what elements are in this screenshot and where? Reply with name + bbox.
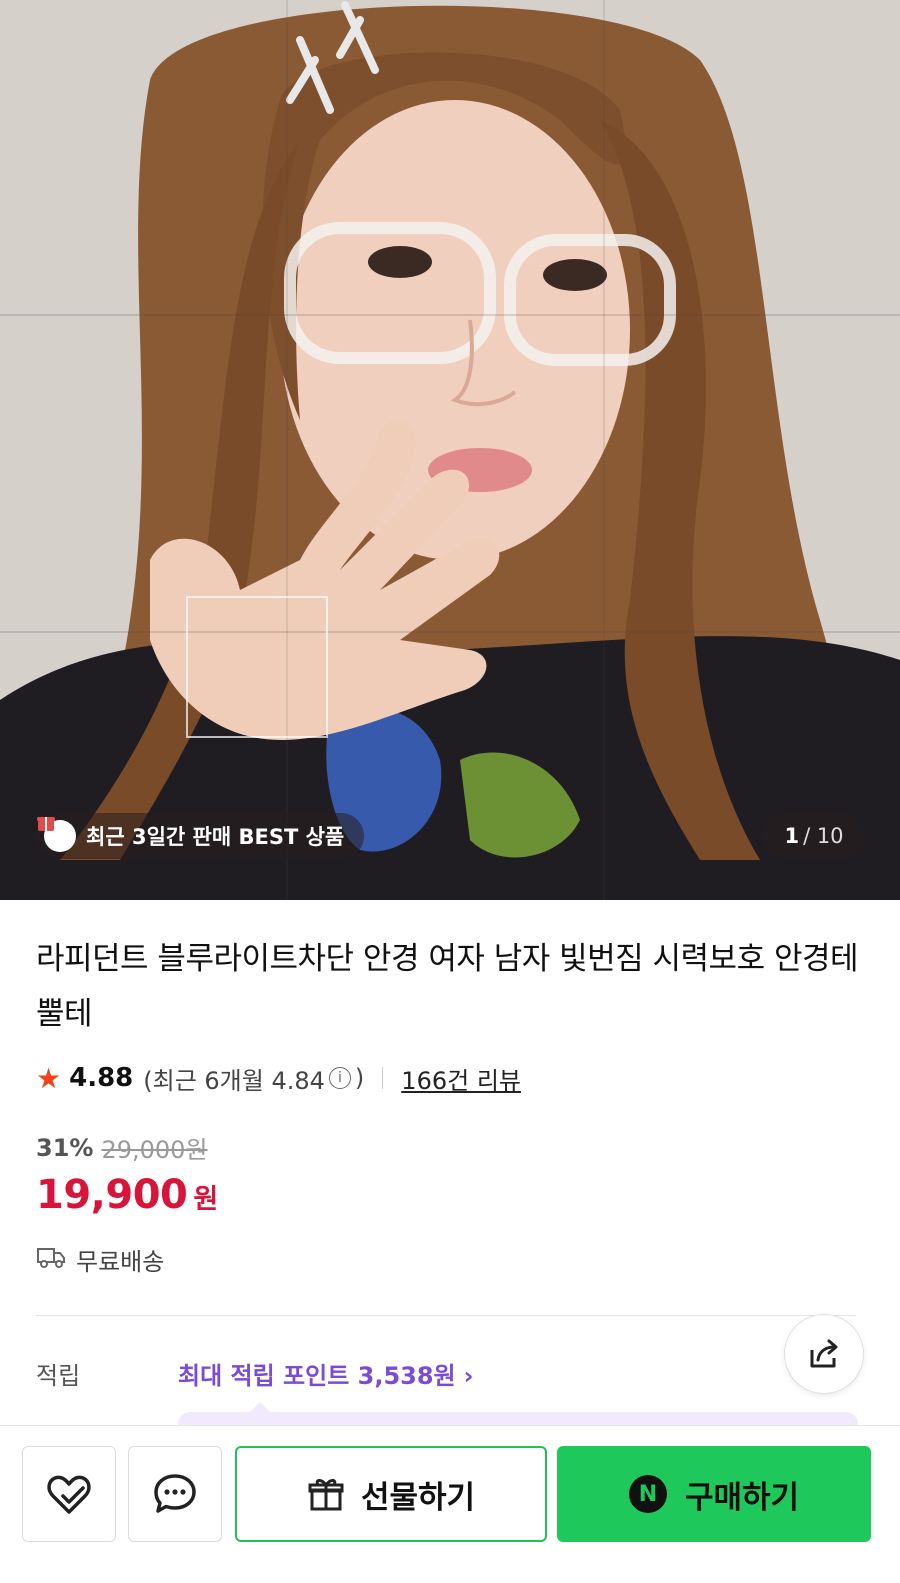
product-page: 최근 3일간 판매 BEST 상품 1 / 10 라피던트 블루라이트차단 안경… (0, 0, 900, 1583)
chat-button[interactable] (128, 1446, 222, 1542)
star-icon: ★ (36, 1061, 62, 1095)
gift-box-icon (37, 817, 76, 852)
image-counter-total: / 10 (803, 824, 844, 848)
heart-check-icon (47, 1475, 91, 1514)
original-price: 29,000원 (101, 1136, 208, 1164)
review-count-link[interactable]: 166건 리뷰 (401, 1061, 521, 1096)
best-seller-text: 최근 3일간 판매 BEST 상품 (86, 825, 345, 849)
buy-button[interactable]: N 구매하기 (557, 1446, 871, 1542)
section-divider (36, 1315, 856, 1316)
best-seller-badge: 최근 3일간 판매 BEST 상품 (36, 813, 365, 859)
gift-button[interactable]: 선물하기 (235, 1446, 547, 1542)
sale-price: 19,900 (36, 1172, 188, 1218)
product-title: 라피던트 블루라이트차단 안경 여자 남자 빛번짐 시력보호 안경테 뿔테 (36, 941, 859, 1032)
recent-rating-close: ) (354, 1064, 365, 1092)
shipping-text: 무료배송 (76, 1248, 165, 1276)
points-label: 적립 (36, 1362, 81, 1390)
naver-pay-icon: N (628, 1475, 667, 1513)
chevron-right-icon: › (463, 1362, 474, 1390)
sale-price-row: 19,900 원 (36, 1172, 218, 1218)
rating-row: ★ 4.88 (최근 6개월 4.84 i ) 166건 리뷰 (36, 1060, 521, 1096)
share-icon (810, 1339, 838, 1368)
gift-icon (308, 1479, 344, 1511)
share-button[interactable] (784, 1314, 864, 1394)
gift-button-label: 선물하기 (360, 1479, 476, 1516)
rating-score: 4.88 (69, 1063, 134, 1093)
points-row: 적립 최대 적립 포인트 3,538원 › (36, 1356, 474, 1391)
truck-icon (36, 1245, 66, 1275)
info-icon[interactable]: i (328, 1067, 351, 1089)
bottom-action-bar: 선물하기 N 구매하기 (0, 1425, 900, 1583)
divider (382, 1067, 384, 1089)
image-counter-current: 1 (784, 824, 800, 848)
buy-button-label: 구매하기 (684, 1479, 800, 1516)
product-image[interactable]: 최근 3일간 판매 BEST 상품 1 / 10 (0, 0, 900, 900)
points-link[interactable]: 최대 적립 포인트 3,538원 › (178, 1356, 474, 1391)
wishlist-button[interactable] (22, 1446, 116, 1542)
image-counter: 1 / 10 (764, 813, 864, 859)
product-photo (0, 0, 900, 900)
currency-unit: 원 (193, 1184, 219, 1215)
recent-rating: (최근 6개월 4.84 (143, 1066, 325, 1095)
original-price-row: 31% 29,000원 (36, 1130, 208, 1165)
points-value: 최대 적립 포인트 3,538원 (178, 1362, 456, 1390)
shipping-row: 무료배송 (36, 1242, 164, 1277)
discount-rate: 31% (36, 1133, 94, 1162)
chat-bubble-icon (154, 1474, 196, 1513)
